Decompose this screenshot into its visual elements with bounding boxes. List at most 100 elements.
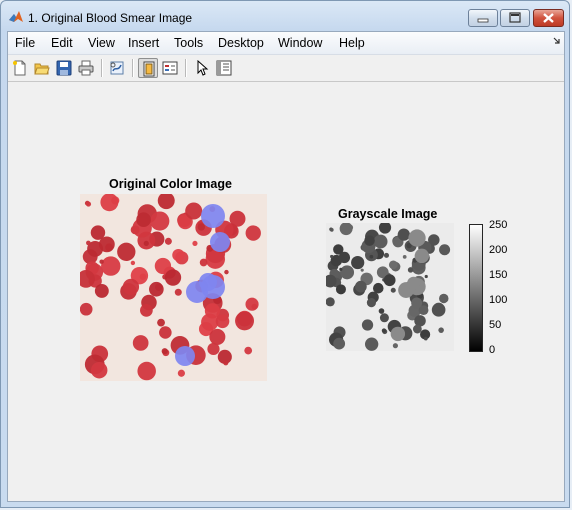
toolbar-separator <box>101 59 103 77</box>
close-button[interactable] <box>533 9 564 27</box>
new-figure-button[interactable] <box>10 58 30 78</box>
new-figure-icon <box>13 60 26 76</box>
red-blood-cell <box>86 240 91 246</box>
colorbar-tick-label: 250 <box>489 219 508 232</box>
save-figure-button[interactable] <box>54 58 74 78</box>
red-blood-cell <box>174 288 182 296</box>
colorbar-tick-label: 150 <box>489 269 508 282</box>
print-figure-button[interactable] <box>76 58 96 78</box>
title-bar[interactable]: 1. Original Blood Smear Image <box>1 1 569 31</box>
gray-cell <box>351 255 365 270</box>
red-blood-cell <box>192 240 198 247</box>
color-image-axes[interactable] <box>80 194 267 381</box>
white-blood-cell <box>175 346 195 366</box>
link-plot-button[interactable] <box>107 58 127 78</box>
gray-cell <box>390 287 396 293</box>
figure-client-area: File Edit View Insert Tools Desktop Wind… <box>7 31 565 502</box>
menu-view[interactable]: View <box>88 36 115 50</box>
property-inspector-button[interactable] <box>214 58 234 78</box>
red-blood-cell <box>130 260 136 266</box>
red-blood-cell <box>157 318 165 327</box>
gray-cell <box>439 293 449 304</box>
red-blood-cell <box>164 237 172 245</box>
gray-cell <box>407 276 421 290</box>
window-title: 1. Original Blood Smear Image <box>28 11 193 25</box>
red-blood-cell <box>143 240 149 246</box>
menu-window[interactable]: Window <box>278 36 322 50</box>
close-icon <box>543 13 554 23</box>
red-blood-cell <box>137 361 156 381</box>
gray-cell <box>366 298 377 308</box>
red-blood-cell <box>245 297 259 311</box>
gray-cell <box>381 328 387 333</box>
gray-cell <box>364 235 375 246</box>
red-blood-cell <box>101 256 121 276</box>
gray-cell <box>378 308 385 314</box>
white-blood-cell <box>210 232 230 252</box>
gray-cell <box>390 326 406 342</box>
figure-window: 1. Original Blood Smear Image File Edit … <box>0 0 570 508</box>
red-blood-cell <box>229 210 246 227</box>
red-blood-cell <box>177 369 185 377</box>
menu-insert[interactable]: Insert <box>128 36 159 50</box>
red-blood-cell <box>132 335 149 351</box>
open-property-inspector-icon <box>216 60 232 76</box>
gray-cell <box>361 319 374 331</box>
menu-edit[interactable]: Edit <box>51 36 73 50</box>
maximize-button[interactable] <box>500 9 530 27</box>
colorbar-tick-label: 0 <box>489 344 496 356</box>
gray-cell <box>412 324 422 334</box>
menu-desktop[interactable]: Desktop <box>218 36 264 50</box>
red-blood-cell <box>204 303 221 319</box>
gray-cell <box>372 282 384 294</box>
link-plot-icon <box>110 61 124 75</box>
red-blood-cell <box>100 194 119 212</box>
red-blood-cell <box>235 311 255 331</box>
show-plot-tools-button[interactable] <box>160 58 180 78</box>
toolbar-separator <box>185 59 187 77</box>
gray-cell <box>383 252 390 258</box>
red-blood-cell <box>122 278 140 296</box>
red-blood-cell <box>117 242 136 261</box>
edit-plot-button[interactable] <box>192 58 212 78</box>
red-blood-cell <box>223 360 229 366</box>
gray-cell <box>392 343 398 349</box>
red-blood-cell <box>85 201 92 207</box>
gray-cell <box>369 254 374 259</box>
figure-toolbar <box>8 55 564 82</box>
menu-help[interactable]: Help <box>339 36 365 50</box>
hide-plot-tools-icon <box>143 61 155 77</box>
gray-cell <box>388 260 398 270</box>
minimize-icon <box>477 18 489 23</box>
red-blood-cell <box>150 211 170 231</box>
red-blood-cell <box>244 346 253 355</box>
menu-tools[interactable]: Tools <box>174 36 203 50</box>
dock-arrow-icon[interactable] <box>553 37 561 47</box>
gray-cell <box>340 265 355 280</box>
red-blood-cell <box>90 362 108 379</box>
gray-cell <box>414 248 430 264</box>
red-blood-cell <box>140 303 153 317</box>
gray-cell <box>397 228 410 241</box>
grayscale-image-axes[interactable] <box>326 223 454 351</box>
red-blood-cell <box>164 269 182 286</box>
minimize-button[interactable] <box>468 9 498 27</box>
figure-canvas: Original Color Image Grayscale Image 250… <box>8 82 564 501</box>
gray-cell <box>411 297 423 309</box>
gray-cell <box>439 244 451 256</box>
gray-cell <box>414 315 426 327</box>
hide-plot-tools-button[interactable] <box>138 58 158 78</box>
gray-cell <box>355 280 367 293</box>
maximize-icon <box>509 12 521 23</box>
open-file-button[interactable] <box>32 58 52 78</box>
colorbar[interactable] <box>469 224 483 352</box>
red-blood-cell <box>209 328 226 345</box>
gray-cell <box>402 254 407 259</box>
red-blood-cell <box>199 258 208 267</box>
white-blood-cell <box>201 204 225 228</box>
matlab-logo-icon <box>9 11 23 22</box>
red-blood-cell <box>215 314 230 329</box>
menu-file[interactable]: File <box>15 36 35 50</box>
red-blood-cell <box>99 259 104 264</box>
colorbar-tick-label: 50 <box>489 319 502 332</box>
